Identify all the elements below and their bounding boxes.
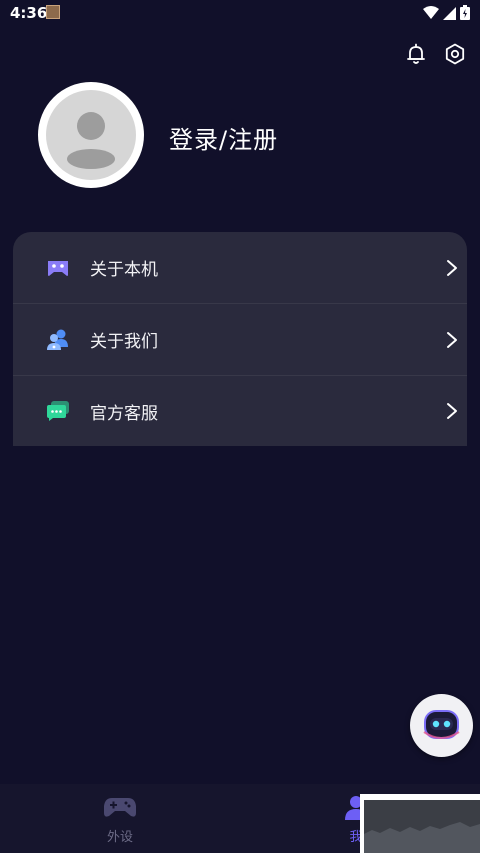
chevron-right-icon — [447, 403, 457, 419]
users-icon — [47, 329, 68, 350]
settings-icon[interactable] — [443, 42, 467, 66]
profile-screen: 4:36 登录/注册 关于本机 关于我们 官方客服 外设 我 — [0, 0, 480, 853]
nav-tab-peripherals[interactable]: 外设 — [80, 794, 160, 845]
chevron-right-icon — [447, 259, 457, 276]
preview-content — [364, 800, 480, 853]
preview-graph — [364, 822, 480, 853]
menu-item-label: 关于本机 — [90, 260, 158, 280]
default-user-icon — [67, 112, 115, 169]
menu-item-about-device[interactable]: 关于本机 — [13, 232, 467, 304]
floating-preview-window[interactable] — [360, 794, 480, 853]
assistant-bot-button[interactable] — [410, 694, 473, 757]
gamepad-icon — [104, 798, 136, 817]
menu-item-label: 官方客服 — [90, 403, 158, 424]
chat-icon — [47, 401, 69, 421]
robot-icon — [423, 710, 460, 739]
menu-item-customer-service[interactable]: 官方客服 — [13, 376, 467, 446]
avatar-placeholder — [46, 90, 136, 180]
chevron-right-icon — [447, 331, 457, 348]
menu-item-label: 关于我们 — [90, 332, 158, 352]
status-time: 4:36 — [10, 4, 48, 22]
nav-tab-label: 外设 — [106, 830, 133, 845]
menu-item-about-us[interactable]: 关于我们 — [13, 304, 467, 376]
app-thumbnail-icon — [46, 5, 60, 19]
battery-icon — [460, 5, 470, 20]
status-icons — [423, 5, 470, 20]
bell-icon[interactable] — [404, 42, 428, 66]
login-register-link[interactable]: 登录/注册 — [169, 120, 278, 155]
menu-card: 关于本机 关于我们 官方客服 — [13, 232, 467, 446]
status-bar: 4:36 — [0, 0, 480, 26]
gamepad-icon — [48, 260, 68, 276]
signal-icon — [443, 6, 456, 20]
avatar[interactable] — [38, 82, 144, 188]
wifi-icon — [423, 5, 439, 19]
